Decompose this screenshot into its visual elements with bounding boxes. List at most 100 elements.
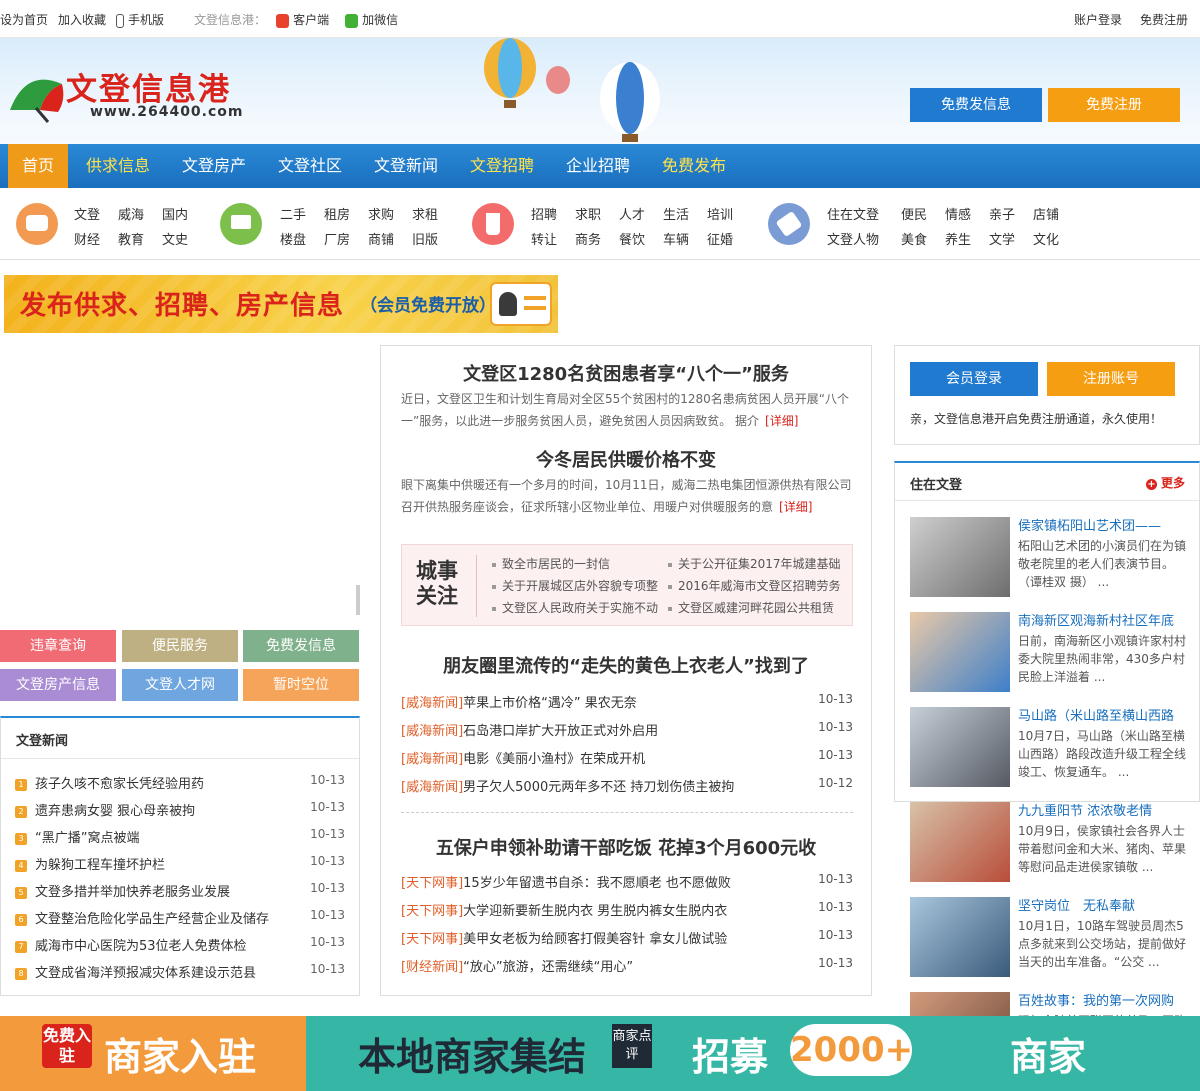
nav-home[interactable]: 首页: [8, 144, 68, 188]
news-title[interactable]: 威海市中心医院为53位老人免费体检: [35, 939, 247, 954]
news-title[interactable]: 孩子久咳不愈家长凭经验用药: [35, 777, 204, 792]
city-focus-item[interactable]: 文登区威建河畔花园公共租赁: [668, 599, 834, 616]
tile-convenience[interactable]: 便民服务: [122, 630, 238, 662]
news-list-item[interactable]: 4 为躲狗工程车撞坏护栏 10-13: [15, 854, 345, 874]
news-title[interactable]: “放心”旅游，还需继续“用心”: [463, 960, 633, 975]
wechat-link[interactable]: 加微信: [339, 11, 398, 28]
news-title[interactable]: 男子欠人5000元两年多不还 持刀划伤债主被拘: [463, 780, 734, 795]
headline-4[interactable]: 五保户申领补助请干部吃饭 花掉3个月600元收: [381, 834, 871, 860]
category-link[interactable]: 人才: [619, 204, 645, 223]
news-list-item[interactable]: [威海新闻]电影《美丽小渔村》在荣成开机 10-13: [401, 748, 853, 768]
member-login-button[interactable]: 会员登录: [910, 362, 1038, 396]
news-title[interactable]: 大学迎新要新生脱内衣 男生脱内裤女生脱内衣: [463, 904, 727, 919]
news-list-item[interactable]: [天下网事]美甲女老板为给顾客打假美容针 拿女儿做试验 10-13: [401, 928, 853, 948]
news-title[interactable]: 美甲女老板为给顾客打假美容针 拿女儿做试验: [463, 932, 727, 947]
free-register-button[interactable]: 免费注册: [1048, 88, 1180, 122]
thumbnail-image[interactable]: [910, 897, 1010, 977]
news-list-item[interactable]: 2 遗弃患病女婴 狠心母亲被拘 10-13: [15, 800, 345, 820]
tile-vacant[interactable]: 暂时空位: [243, 669, 359, 701]
news-category-tag[interactable]: [天下网事]: [401, 904, 463, 919]
thumbnail-image[interactable]: [910, 802, 1010, 882]
news-category-tag[interactable]: [天下网事]: [401, 932, 463, 947]
category-link[interactable]: 求租: [412, 204, 438, 223]
mobile-link[interactable]: 手机版: [116, 11, 164, 28]
headline-1[interactable]: 文登区1280名贫困患者享“八个一”服务: [381, 360, 871, 386]
nav-enterprise-jobs[interactable]: 企业招聘: [566, 144, 630, 188]
news-title[interactable]: 电影《美丽小渔村》在荣成开机: [463, 752, 645, 767]
live-item-title[interactable]: 马山路（米山路至横山西路: [1018, 705, 1194, 724]
category-link[interactable]: 求购: [368, 204, 394, 223]
live-item-title[interactable]: 百姓故事：我的第一次网购: [1018, 990, 1194, 1009]
category-link[interactable]: 教育: [118, 229, 144, 248]
news-list-item[interactable]: [威海新闻]男子欠人5000元两年多不还 持刀划伤债主被拘 10-12: [401, 776, 853, 796]
client-link[interactable]: 客户端: [276, 11, 329, 28]
category-link[interactable]: 征婚: [707, 229, 733, 248]
category-link[interactable]: 车辆: [663, 229, 689, 248]
category-link[interactable]: 生活: [663, 204, 689, 223]
more-link[interactable]: + 更多: [1145, 474, 1185, 491]
tile-free-post[interactable]: 免费发信息: [243, 630, 359, 662]
news-list-item[interactable]: [天下网事]大学迎新要新生脱内衣 男生脱内裤女生脱内衣 10-13: [401, 900, 853, 920]
news-list-item[interactable]: [威海新闻]苹果上市价格“遇冷” 果农无奈 10-13: [401, 692, 853, 712]
scrollbar-thumb[interactable]: [356, 585, 360, 615]
news-list-item[interactable]: [财经新闻]“放心”旅游，还需继续“用心” 10-13: [401, 956, 853, 976]
category-link[interactable]: 楼盘: [280, 229, 306, 248]
category-link[interactable]: 威海: [118, 204, 144, 223]
news-list-item[interactable]: 1 孩子久咳不愈家长凭经验用药 10-13: [15, 773, 345, 793]
category-link[interactable]: 住在文登: [827, 204, 879, 223]
live-item-title[interactable]: 九九重阳节 浓浓敬老情: [1018, 800, 1194, 819]
news-category-tag[interactable]: [天下网事]: [401, 876, 463, 891]
news-title[interactable]: 文登整治危险化学品生产经营企业及储存: [35, 912, 269, 927]
category-link[interactable]: 二手: [280, 204, 306, 223]
category-link[interactable]: 财经: [74, 229, 100, 248]
thumbnail-image[interactable]: [910, 517, 1010, 597]
city-focus-item[interactable]: 文登区人民政府关于实施不动: [492, 599, 658, 616]
category-link[interactable]: 商铺: [368, 229, 394, 248]
news-title[interactable]: 为躲狗工程车撞坏护栏: [35, 858, 165, 873]
publish-banner[interactable]: 发布供求、招聘、房产信息 （会员免费开放）: [4, 275, 558, 333]
live-item[interactable]: 坚守岗位 无私奉献 10月1日，10路车驾驶员周杰5点多就来到公交场站，提前做好当…: [910, 897, 1200, 977]
live-item-title[interactable]: 南海新区观海新村社区年底: [1018, 610, 1194, 629]
news-title[interactable]: 石岛港口岸扩大开放正式对外启用: [463, 724, 658, 739]
live-item[interactable]: 侯家镇柘阳山艺术团—— 柘阳山艺术团的小演员们在为镇敬老院里的老人们表演节目。（谭…: [910, 517, 1200, 597]
news-list-item[interactable]: 6 文登整治危险化学品生产经营企业及储存 10-13: [15, 908, 345, 928]
category-link[interactable]: 文学: [989, 229, 1015, 248]
news-list-item[interactable]: [天下网事]15岁少年留遗书自杀：我不愿順老 也不愿做败 10-13: [401, 872, 853, 892]
news-list-item[interactable]: 3 “黑广播”窝点被端 10-13: [15, 827, 345, 847]
news-list-item[interactable]: 5 文登多措并举加快养老服务业发展 10-13: [15, 881, 345, 901]
add-favorite-link[interactable]: 加入收藏: [58, 11, 106, 28]
news-category-tag[interactable]: [威海新闻]: [401, 752, 463, 767]
live-item[interactable]: 南海新区观海新村社区年底 日前，南海新区小观镇许家村村委大院里热闹非常，430多户…: [910, 612, 1200, 692]
news-title[interactable]: 15岁少年留遗书自杀：我不愿順老 也不愿做败: [463, 876, 731, 891]
category-link[interactable]: 情感: [945, 204, 971, 223]
category-link[interactable]: 厂房: [324, 229, 350, 248]
nav-jobs[interactable]: 文登招聘: [470, 144, 534, 188]
thumbnail-image[interactable]: [910, 707, 1010, 787]
live-item[interactable]: 九九重阳节 浓浓敬老情 10月9日，侯家镇社会各界人士带着慰问金和大米、猪肉、苹果…: [910, 802, 1200, 882]
category-link[interactable]: 商务: [575, 229, 601, 248]
detail-link-2[interactable]: [详细]: [779, 500, 812, 514]
news-list-item[interactable]: 8 文登成省海洋预报减灾体系建设示范县 10-13: [15, 962, 345, 982]
category-link[interactable]: 文化: [1033, 229, 1059, 248]
headline-2[interactable]: 今冬居民供暖价格不变: [381, 446, 871, 472]
account-login-link[interactable]: 账户登录: [1074, 11, 1122, 28]
category-link[interactable]: 美食: [901, 229, 927, 248]
news-title[interactable]: “黑广播”窝点被端: [35, 831, 139, 846]
tile-talent[interactable]: 文登人才网: [122, 669, 238, 701]
merchant-banner[interactable]: 免费入驻 商家入驻 本地商家集结 商家点评 招募 2000+ 商家: [0, 1016, 1200, 1091]
nav-community[interactable]: 文登社区: [278, 144, 342, 188]
news-title[interactable]: 文登多措并举加快养老服务业发展: [35, 885, 230, 900]
news-category-tag[interactable]: [威海新闻]: [401, 696, 463, 711]
register-account-button[interactable]: 注册账号: [1047, 362, 1175, 396]
news-title[interactable]: 遗弃患病女婴 狠心母亲被拘: [35, 804, 195, 819]
category-link[interactable]: 文登人物: [827, 229, 879, 248]
category-link[interactable]: 培训: [707, 204, 733, 223]
city-focus-item[interactable]: 致全市居民的一封信: [492, 555, 610, 572]
news-list-item[interactable]: [威海新闻]石岛港口岸扩大开放正式对外启用 10-13: [401, 720, 853, 740]
news-category-tag[interactable]: [威海新闻]: [401, 724, 463, 739]
tile-realestate-info[interactable]: 文登房产信息: [0, 669, 116, 701]
city-focus-item[interactable]: 关于公开征集2017年城建基础: [668, 555, 841, 572]
news-title[interactable]: 苹果上市价格“遇冷” 果农无奈: [463, 696, 637, 711]
nav-news[interactable]: 文登新闻: [374, 144, 438, 188]
nav-free-publish[interactable]: 免费发布: [662, 144, 726, 188]
